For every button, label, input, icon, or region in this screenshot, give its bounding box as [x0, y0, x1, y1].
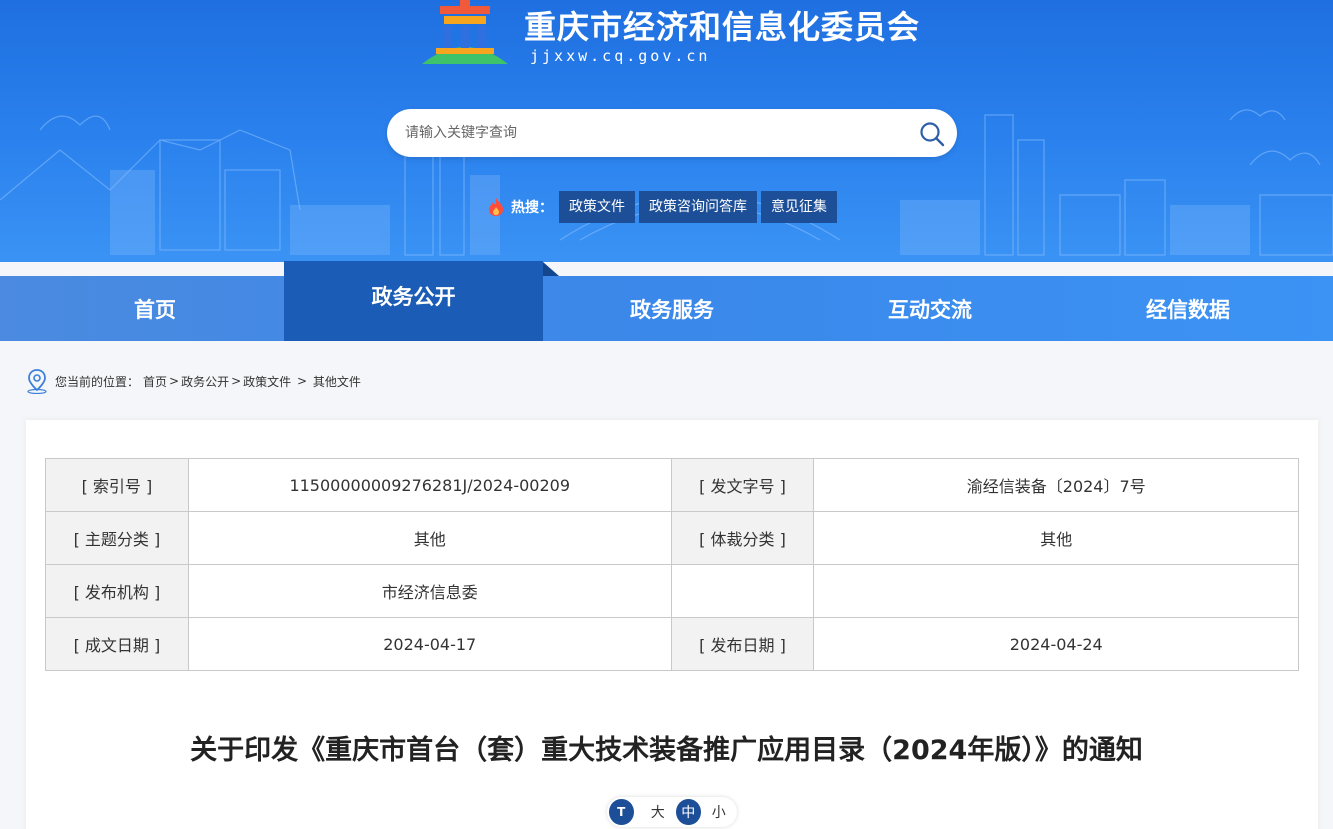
genre-label: [ 体裁分类 ] — [670, 511, 815, 565]
font-size-medium[interactable]: 中 — [676, 799, 701, 825]
table-row: [ 成文日期 ] 2024-04-17 [ 发布日期 ] 2024-04-24 — [45, 617, 1299, 671]
table-row: [ 发布机构 ] 市经济信息委 — [45, 564, 1299, 618]
nav-gov-affairs-open[interactable]: 政务公开 — [284, 261, 543, 341]
document-meta-table: [ 索引号 ] 11500000009276281J/2024-00209 [ … — [45, 458, 1299, 671]
hot-tag-opinion[interactable]: 意见征集 — [761, 191, 837, 223]
nav-home[interactable]: 首页 — [26, 276, 284, 341]
document-title: 关于印发《重庆市首台（套）重大技术装备推广应用目录（2024年版）》的通知 — [190, 735, 1143, 766]
created-date-value: 2024-04-17 — [187, 617, 672, 671]
created-date-label: [ 成文日期 ] — [45, 617, 189, 671]
published-date-label: [ 发布日期 ] — [670, 617, 815, 671]
font-size-switcher: T 大 中 小 — [607, 797, 737, 827]
hot-search: 热搜： 政策文件 政策咨询问答库 意见征集 — [487, 191, 841, 223]
empty-label-cell — [670, 564, 815, 618]
index-no-label: [ 索引号 ] — [45, 458, 189, 512]
location-pin-icon — [27, 369, 47, 394]
search-bar — [387, 109, 957, 157]
breadcrumb: 您当前的位置： 首页 > 政务公开 > 政策文件 > 其他文件 — [25, 368, 361, 394]
flame-icon — [489, 198, 503, 216]
site-domain: jjxxw.cq.gov.cn — [530, 47, 711, 65]
font-size-small[interactable]: 小 — [707, 799, 732, 825]
search-icon[interactable] — [919, 121, 945, 147]
breadcrumb-other-docs[interactable]: 其他文件 — [313, 373, 361, 390]
doc-no-label: [ 发文字号 ] — [670, 458, 815, 512]
main-nav: 首页 政务公开 政务服务 互动交流 经信数据 — [0, 261, 1333, 341]
breadcrumb-sep: > — [231, 374, 242, 388]
doc-no-value: 渝经信装备〔2024〕7号 — [813, 458, 1299, 512]
publisher-label: [ 发布机构 ] — [45, 564, 189, 618]
breadcrumb-policy-docs[interactable]: 政策文件 — [243, 373, 291, 390]
breadcrumb-gov-open[interactable]: 政务公开 — [181, 373, 229, 390]
index-no-value: 11500000009276281J/2024-00209 — [187, 458, 672, 512]
table-row: [ 索引号 ] 11500000009276281J/2024-00209 [ … — [45, 458, 1299, 512]
hot-tag-policy-qa[interactable]: 政策咨询问答库 — [639, 191, 757, 223]
breadcrumb-prefix: 您当前的位置： — [55, 374, 140, 389]
empty-value-cell — [813, 564, 1299, 618]
breadcrumb-sep: > — [293, 374, 311, 388]
table-row: [ 主题分类 ] 其他 [ 体裁分类 ] 其他 — [45, 511, 1299, 565]
hot-tag-policy-docs[interactable]: 政策文件 — [559, 191, 635, 223]
site-title: 重庆市经济和信息化委员会 — [524, 8, 921, 46]
site-header: 重庆市经济和信息化委员会 jjxxw.cq.gov.cn 热搜： 政策文件 政策… — [0, 0, 1333, 262]
published-date-value: 2024-04-24 — [813, 617, 1299, 671]
search-input[interactable] — [405, 121, 905, 145]
hot-search-label: 热搜： — [511, 200, 553, 216]
nav-gov-services[interactable]: 政务服务 — [543, 276, 801, 341]
topic-value: 其他 — [187, 511, 672, 565]
publisher-value: 市经济信息委 — [187, 564, 672, 618]
nav-active-notch — [543, 262, 559, 276]
nav-data[interactable]: 经信数据 — [1059, 276, 1317, 341]
font-size-large[interactable]: 大 — [646, 799, 671, 825]
breadcrumb-sep: > — [169, 374, 180, 388]
breadcrumb-home[interactable]: 首页 — [143, 373, 167, 390]
topic-label: [ 主题分类 ] — [45, 511, 189, 565]
font-size-icon: T — [609, 799, 634, 825]
genre-value: 其他 — [813, 511, 1299, 565]
site-logo — [422, 0, 508, 64]
nav-interaction[interactable]: 互动交流 — [801, 276, 1059, 341]
